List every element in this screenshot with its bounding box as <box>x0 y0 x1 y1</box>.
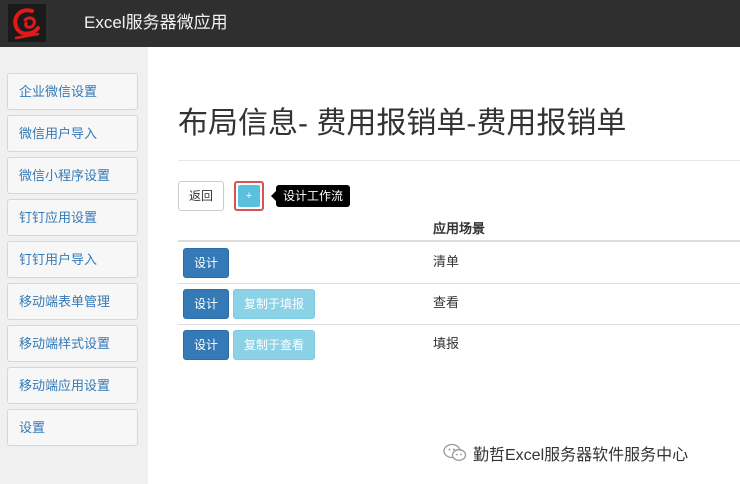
sidebar-item-dingtalk-user-import[interactable]: 钉钉用户导入 <box>7 241 138 278</box>
watermark: 勤哲Excel服务器软件服务中心 <box>443 441 688 465</box>
sidebar-item-wecom-settings[interactable]: 企业微信设置 <box>7 73 138 110</box>
add-workflow-button-highlight: + <box>234 181 264 211</box>
tooltip-arrow <box>271 191 276 201</box>
copy-from-view-button[interactable]: 复制于查看 <box>233 330 315 360</box>
sidebar: 企业微信设置 微信用户导入 微信小程序设置 钉钉应用设置 钉钉用户导入 移动端表… <box>0 47 148 484</box>
design-button[interactable]: 设计 <box>183 330 229 360</box>
wechat-icon <box>443 443 467 461</box>
table-header-line <box>178 240 740 242</box>
watermark-text: 勤哲Excel服务器软件服务中心 <box>473 447 689 464</box>
sidebar-item-mobile-style-settings[interactable]: 移动端样式设置 <box>7 325 138 362</box>
scene-cell: 填报 <box>433 336 460 351</box>
sidebar-item-miniprogram-settings[interactable]: 微信小程序设置 <box>7 157 138 194</box>
add-workflow-tooltip: 设计工作流 <box>271 185 351 207</box>
table-row-divider <box>178 324 740 325</box>
table-row-divider <box>178 283 740 284</box>
copy-from-fill-button[interactable]: 复制于填报 <box>233 289 315 319</box>
design-button[interactable]: 设计 <box>183 248 229 278</box>
app-title: Excel服务器微应用 <box>84 13 228 32</box>
sidebar-item-dingtalk-app-settings[interactable]: 钉钉应用设置 <box>7 199 138 236</box>
sidebar-item-mobile-form-management[interactable]: 移动端表单管理 <box>7 283 138 320</box>
tooltip-text: 设计工作流 <box>283 189 344 203</box>
back-button[interactable]: 返回 <box>178 181 224 211</box>
top-bar: Excel服务器微应用 <box>0 0 740 47</box>
brand-logo-icon[interactable] <box>8 4 46 42</box>
title-divider <box>178 160 740 161</box>
design-button[interactable]: 设计 <box>183 289 229 319</box>
scene-cell: 清单 <box>433 254 460 269</box>
sidebar-item-settings[interactable]: 设置 <box>7 409 138 446</box>
column-header-scene: 应用场景 <box>433 221 486 236</box>
sidebar-item-wechat-user-import[interactable]: 微信用户导入 <box>7 115 138 152</box>
add-workflow-button[interactable]: + <box>238 185 260 207</box>
scene-cell: 查看 <box>433 295 460 310</box>
sidebar-item-mobile-app-settings[interactable]: 移动端应用设置 <box>7 367 138 404</box>
page-title: 布局信息- 费用报销单-费用报销单 <box>178 107 627 140</box>
